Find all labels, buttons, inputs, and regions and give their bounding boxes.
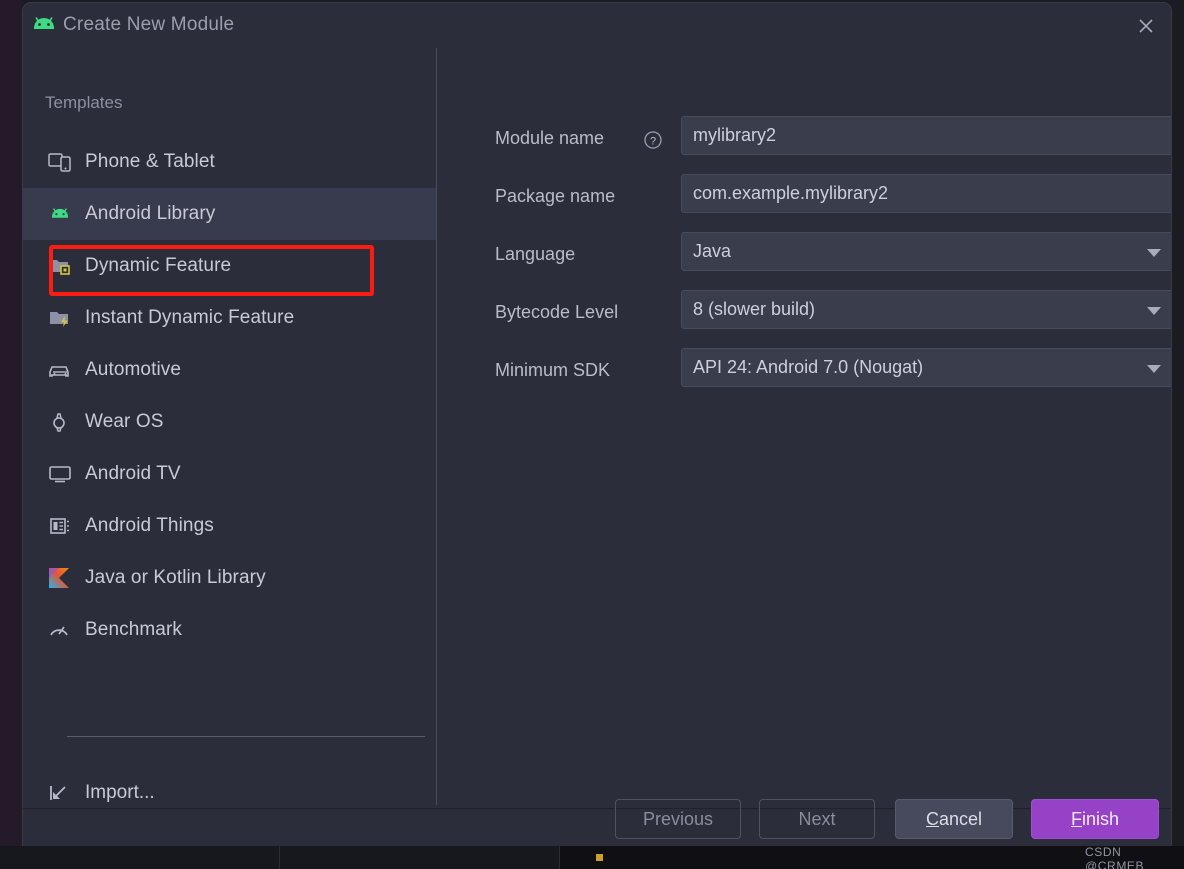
things-board-icon — [48, 514, 74, 538]
close-icon[interactable] — [1131, 11, 1161, 41]
android-robot-icon — [29, 15, 59, 35]
cancel-button-label: ancel — [938, 808, 983, 829]
sidebar-item-label: Android Library — [85, 203, 216, 224]
package-name-input[interactable]: com.example.mylibrary2 — [681, 174, 1171, 213]
sidebar-item-label: Automotive — [85, 359, 182, 380]
form-row-minimum-sdk: Minimum SDK API 24: Android 7.0 (Nougat) — [495, 348, 1171, 406]
form-row-package-name: Package name com.example.mylibrary2 — [495, 174, 1171, 232]
templates-sidebar: Templates Phone & Tablet Android Library… — [23, 48, 436, 808]
dialog-titlebar: Create New Module — [23, 3, 1171, 48]
sidebar-item-dynamic-feature[interactable]: Dynamic Feature — [23, 240, 436, 292]
sidebar-item-label: Import... — [85, 782, 155, 803]
sidebar-item-label: Java or Kotlin Library — [85, 567, 266, 588]
android-robot-icon — [48, 202, 74, 226]
finish-button[interactable]: Finish — [1031, 799, 1159, 839]
form-row-module-name: Module name ? mylibrary2 — [495, 116, 1171, 174]
chevron-down-icon — [1147, 249, 1161, 257]
cancel-button[interactable]: Cancel — [895, 799, 1013, 839]
module-form: Module name ? mylibrary2 Package name co… — [495, 116, 1171, 406]
dialog-title: Create New Module — [63, 14, 235, 35]
sidebar-item-label: Instant Dynamic Feature — [85, 307, 295, 328]
sidebar-item-android-tv[interactable]: Android TV — [23, 448, 436, 500]
finish-button-label: inish — [1081, 808, 1120, 829]
cancel-button-mnemonic: C — [925, 808, 939, 829]
module-config-panel: Module name ? mylibrary2 Package name co… — [437, 48, 1171, 808]
create-new-module-dialog: Create New Module Templates Phone & Tabl… — [22, 2, 1172, 848]
sidebar-item-instant-dynamic-feature[interactable]: Instant Dynamic Feature — [23, 292, 436, 344]
dialog-footer: Previous Next Cancel Finish — [23, 799, 1171, 848]
phone-tablet-icon — [48, 150, 74, 174]
status-indicator-dot — [596, 854, 603, 861]
speedometer-icon — [48, 618, 74, 642]
previous-button-label: Previous — [642, 808, 714, 829]
field-label: Bytecode Level — [495, 302, 619, 322]
sidebar-item-label: Phone & Tablet — [85, 151, 215, 172]
bytecode-level-select[interactable]: 8 (slower build) — [681, 290, 1171, 329]
sidebar-item-label: Android Things — [85, 515, 214, 536]
question-mark-icon[interactable]: ? — [643, 130, 663, 150]
minimum-sdk-select-value: API 24: Android 7.0 (Nougat) — [693, 357, 924, 377]
sidebar-item-java-or-kotlin-library[interactable]: Java or Kotlin Library — [23, 552, 436, 604]
sidebar-item-import[interactable]: Import... — [48, 781, 155, 805]
sidebar-item-label: Benchmark — [85, 619, 182, 640]
sidebar-item-label: Wear OS — [85, 411, 164, 432]
svg-text:?: ? — [650, 136, 656, 148]
finish-button-mnemonic: F — [1070, 808, 1082, 829]
screen: Create New Module Templates Phone & Tabl… — [0, 0, 1184, 869]
import-arrow-icon — [48, 781, 74, 805]
minimum-sdk-select[interactable]: API 24: Android 7.0 (Nougat) — [681, 348, 1171, 387]
sidebar-item-android-things[interactable]: Android Things — [23, 500, 436, 552]
sidebar-item-benchmark[interactable]: Benchmark — [23, 604, 436, 656]
field-label: Minimum SDK — [495, 360, 611, 380]
watch-icon — [48, 410, 74, 434]
watermark: CSDN @CRMEB — [1085, 845, 1145, 869]
form-row-bytecode-level: Bytecode Level 8 (slower build) — [495, 290, 1171, 348]
sidebar-divider — [67, 736, 425, 737]
field-label: Module name — [495, 128, 605, 148]
tv-icon — [48, 462, 74, 486]
sidebar-item-label: Dynamic Feature — [85, 255, 232, 276]
sidebar-item-label: Android TV — [85, 463, 181, 484]
field-label: Language — [495, 244, 576, 264]
field-label: Package name — [495, 186, 616, 206]
status-segment — [280, 846, 560, 869]
instant-feature-icon — [48, 306, 74, 330]
next-button-label: Next — [798, 808, 836, 829]
chevron-down-icon — [1147, 365, 1161, 373]
kotlin-icon — [48, 566, 74, 590]
language-select-value: Java — [693, 241, 732, 261]
sidebar-item-phone-tablet[interactable]: Phone & Tablet — [23, 136, 436, 188]
dynamic-feature-icon — [48, 254, 74, 278]
sidebar-item-android-library[interactable]: Android Library — [23, 188, 436, 240]
chevron-down-icon — [1147, 307, 1161, 315]
previous-button[interactable]: Previous — [615, 799, 741, 839]
sidebar-item-automotive[interactable]: Automotive — [23, 344, 436, 396]
template-list: Phone & Tablet Android Library Dynamic F… — [23, 136, 436, 656]
sidebar-item-wear-os[interactable]: Wear OS — [23, 396, 436, 448]
language-select[interactable]: Java — [681, 232, 1171, 271]
dialog-body: Templates Phone & Tablet Android Library… — [23, 48, 1171, 808]
templates-section-label: Templates — [45, 93, 123, 112]
car-icon — [48, 358, 74, 382]
bytecode-level-select-value: 8 (slower build) — [693, 299, 816, 319]
form-row-language: Language Java — [495, 232, 1171, 290]
app-background-bottom — [0, 846, 1184, 869]
app-background-left — [0, 0, 22, 869]
module-name-input[interactable]: mylibrary2 — [681, 116, 1171, 155]
next-button[interactable]: Next — [759, 799, 875, 839]
status-segment — [24, 846, 280, 869]
